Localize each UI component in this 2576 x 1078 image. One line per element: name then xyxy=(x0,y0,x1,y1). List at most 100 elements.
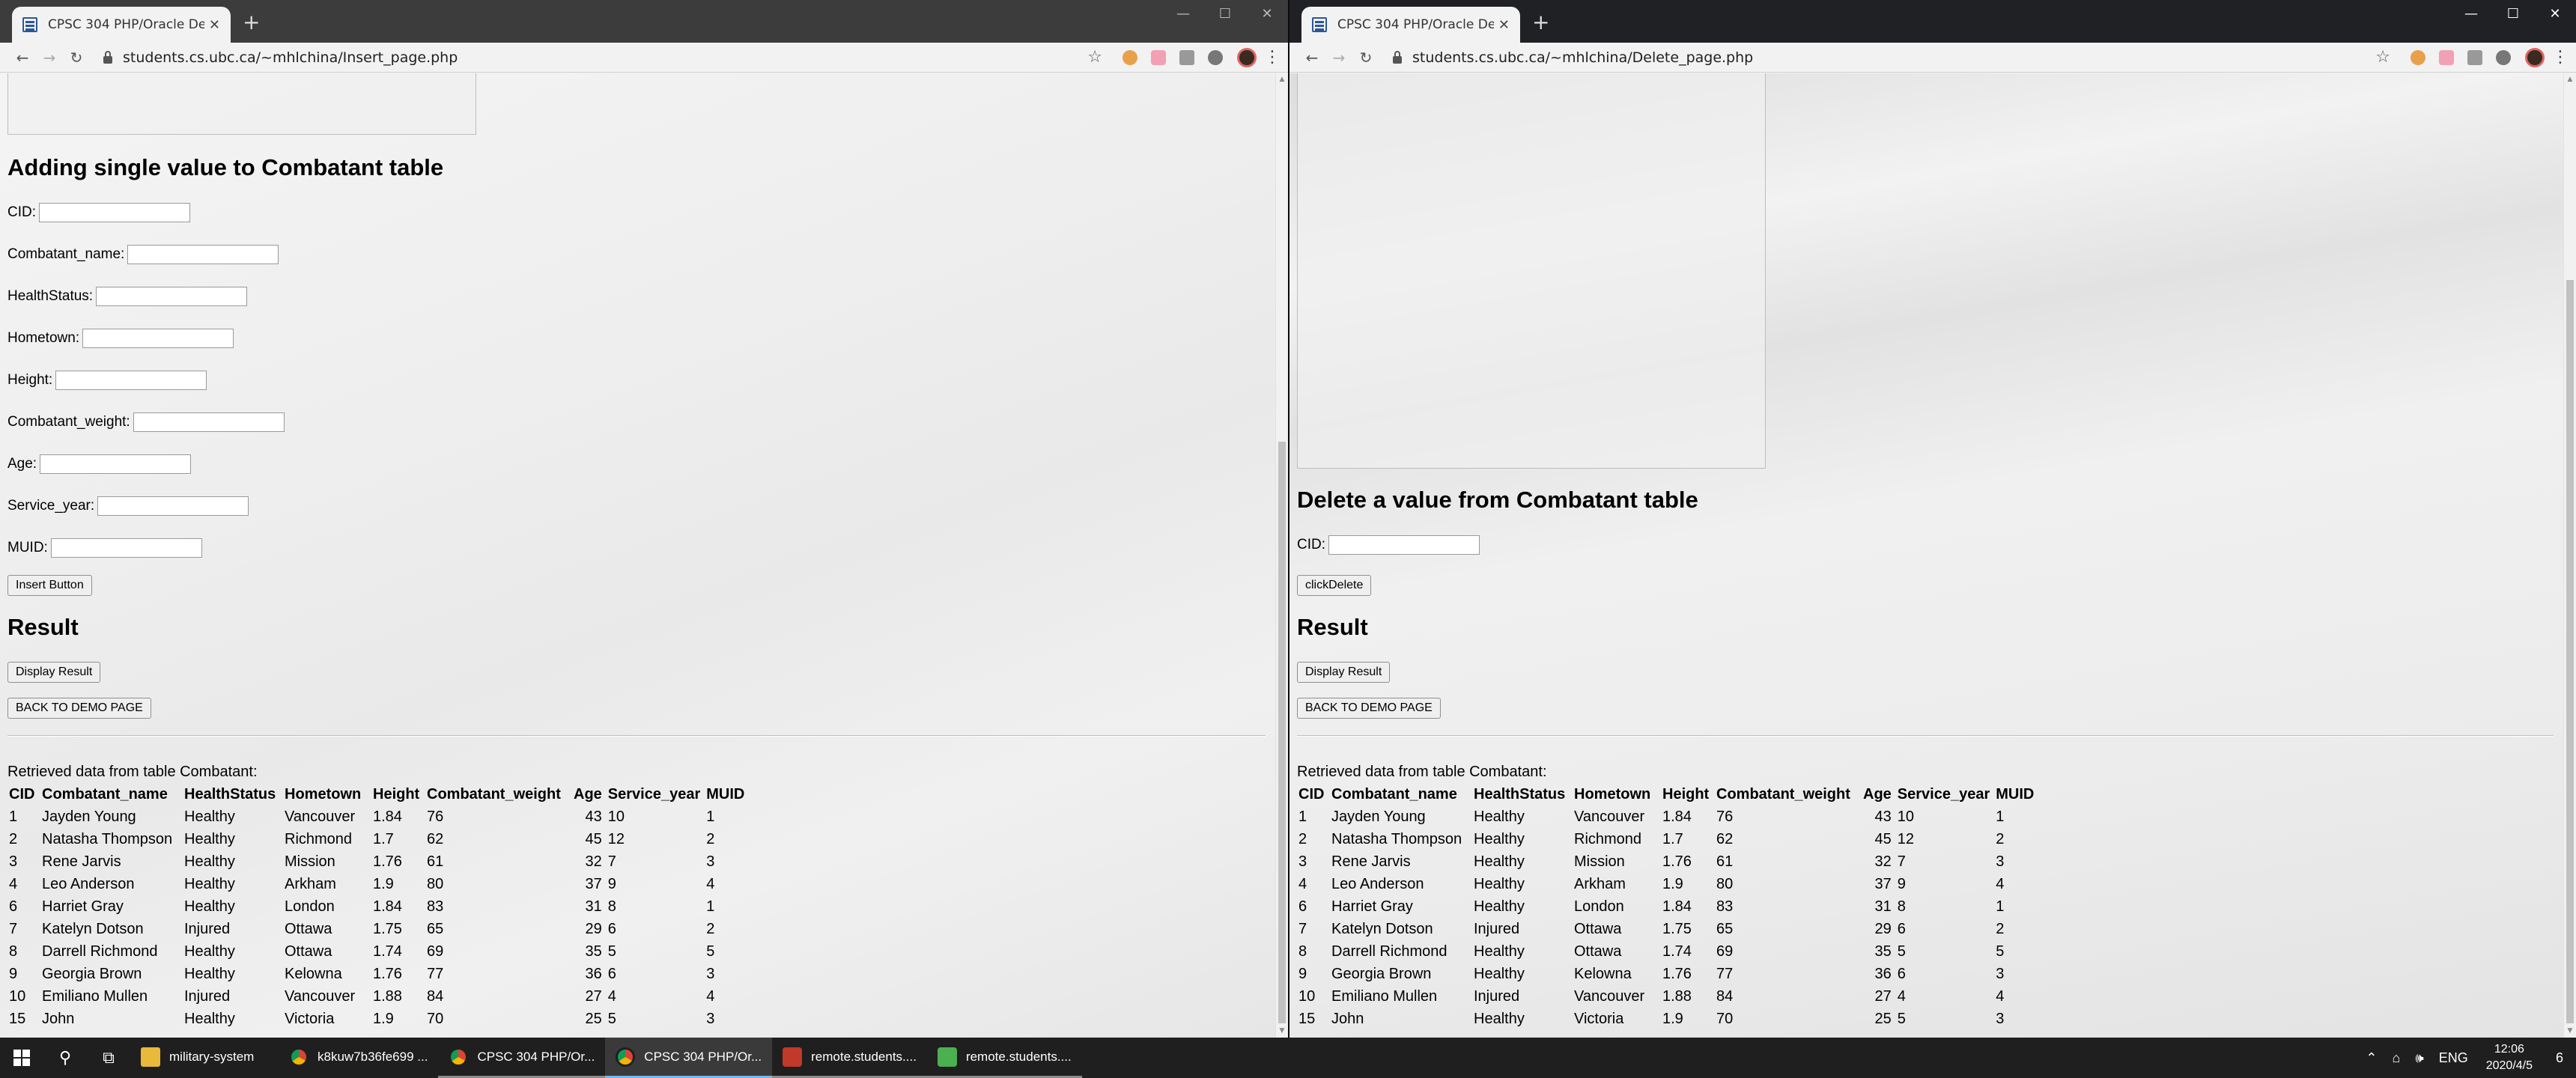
new-tab-icon[interactable]: + xyxy=(243,9,260,36)
cookie-extension-icon[interactable] xyxy=(1123,49,1137,65)
kebab-menu-icon[interactable]: ⋮ xyxy=(1264,48,1281,67)
vertical-scrollbar[interactable]: ▲ ▼ xyxy=(1275,73,1288,1038)
field-label: Combatant_weight: xyxy=(7,414,130,430)
language-indicator[interactable]: ENG xyxy=(2439,1050,2468,1066)
minimize-icon[interactable]: — xyxy=(1162,0,1204,30)
maximize-icon[interactable]: ☐ xyxy=(1204,0,1246,30)
browser-tab[interactable]: CPSC 304 PHP/Oracle Demon ✕ xyxy=(12,7,231,43)
cookie-extension-icon[interactable] xyxy=(2411,49,2425,65)
network-icon[interactable]: ⌂ xyxy=(2392,1050,2400,1066)
close-tab-icon[interactable]: ✕ xyxy=(209,17,220,33)
insert-button[interactable]: Insert Button xyxy=(7,575,92,596)
back-arrow-icon[interactable]: ← xyxy=(9,49,36,67)
new-tab-icon[interactable]: + xyxy=(1532,9,1549,36)
back-to-demo-button[interactable]: BACK TO DEMO PAGE xyxy=(7,698,151,719)
combatant-weight-input[interactable] xyxy=(133,412,285,432)
clock-time: 12:06 xyxy=(2494,1043,2524,1056)
scroll-up-icon[interactable]: ▲ xyxy=(1276,73,1288,86)
tray-chevron-icon[interactable]: ⌃ xyxy=(2366,1050,2377,1066)
table-row: 4 Leo Anderson Healthy Arkham 1.9 80 37 9 4 xyxy=(7,873,756,895)
reload-icon[interactable]: ↻ xyxy=(1352,49,1379,67)
extension-icon[interactable] xyxy=(2496,49,2511,65)
height-input[interactable] xyxy=(55,371,207,390)
table-cell: 27 xyxy=(585,987,602,1005)
field-label: Service_year: xyxy=(7,498,95,514)
taskbar-item[interactable]: military-system xyxy=(130,1038,279,1078)
health-status-input[interactable] xyxy=(96,287,248,306)
display-result-button[interactable]: Display Result xyxy=(7,662,101,683)
kebab-menu-icon[interactable]: ⋮ xyxy=(2552,48,2569,67)
browser-tab[interactable]: CPSC 304 PHP/Oracle Demon ✕ xyxy=(1301,7,1520,43)
header-hometown: Hometown xyxy=(1574,785,1651,803)
hometown-input[interactable] xyxy=(82,329,234,348)
combatant-name-input[interactable] xyxy=(127,245,279,264)
table-cell: 6 xyxy=(9,898,18,915)
extension-icon[interactable] xyxy=(2467,49,2482,65)
field-height: Height: xyxy=(7,359,1266,401)
display-result-button[interactable]: Display Result xyxy=(1297,662,1391,683)
address-bar[interactable]: students.cs.ubc.ca/~mhlchina/Delete_page… xyxy=(1384,46,2375,70)
minimize-icon[interactable]: — xyxy=(2450,0,2492,30)
extension-icon[interactable] xyxy=(1208,49,1223,65)
delete-button[interactable]: clickDelete xyxy=(1297,575,1372,596)
age-input[interactable] xyxy=(40,454,192,474)
close-window-icon[interactable]: ✕ xyxy=(1246,0,1288,30)
forward-arrow-icon[interactable]: → xyxy=(36,49,63,67)
extension-icon[interactable] xyxy=(1179,49,1194,65)
table-cell: Healthy xyxy=(1474,875,1525,892)
taskbar-item-label: military-system xyxy=(169,1049,255,1064)
cid-input[interactable] xyxy=(39,203,190,222)
close-tab-icon[interactable]: ✕ xyxy=(1498,17,1510,33)
scroll-down-icon[interactable]: ▼ xyxy=(1276,1025,1288,1038)
table-cell: Healthy xyxy=(184,830,235,847)
result-heading: Result xyxy=(7,614,79,640)
profile-avatar-icon[interactable] xyxy=(1237,47,1257,67)
maximize-icon[interactable]: ☐ xyxy=(2492,0,2534,30)
table-cell: Leo Anderson xyxy=(1331,875,1424,892)
table-cell: 6 xyxy=(1897,920,1906,937)
table-cell: 15 xyxy=(9,1010,26,1027)
reload-icon[interactable]: ↻ xyxy=(63,49,90,67)
scrollbar-thumb[interactable] xyxy=(2566,280,2574,1023)
clock[interactable]: 12:06 2020/4/5 xyxy=(2486,1041,2533,1074)
table-cell: 1 xyxy=(706,808,715,825)
muid-input[interactable] xyxy=(50,538,202,558)
back-to-demo-button[interactable]: BACK TO DEMO PAGE xyxy=(1297,698,1441,719)
search-icon[interactable]: ⚲ xyxy=(43,1049,87,1068)
profile-avatar-icon[interactable] xyxy=(2525,47,2545,67)
bookmark-star-icon[interactable]: ☆ xyxy=(2375,48,2390,67)
address-bar[interactable]: students.cs.ubc.ca/~mhlchina/Insert_page… xyxy=(94,46,1087,70)
scroll-down-icon[interactable]: ▼ xyxy=(2564,1025,2576,1038)
scroll-up-icon[interactable]: ▲ xyxy=(2564,73,2576,86)
service-year-input[interactable] xyxy=(97,496,249,516)
vertical-scrollbar[interactable]: ▲ ▼ xyxy=(2563,73,2576,1038)
taskbar-item[interactable]: CPSC 304 PHP/Or... xyxy=(438,1038,606,1078)
table-cell: 5 xyxy=(607,943,616,960)
table-cell: 7 xyxy=(1298,920,1307,937)
taskbar-item[interactable]: remote.students.... xyxy=(772,1038,927,1078)
table-cell: 5 xyxy=(1897,1010,1906,1027)
taskbar-item[interactable]: CPSC 304 PHP/Or... xyxy=(605,1038,773,1078)
table-cell: 1.76 xyxy=(1662,853,1692,870)
task-view-icon[interactable]: ⧉ xyxy=(87,1049,130,1068)
start-button[interactable] xyxy=(0,1038,43,1078)
table-cell: 4 xyxy=(1897,987,1906,1005)
forward-arrow-icon[interactable]: → xyxy=(1325,49,1352,67)
close-window-icon[interactable]: ✕ xyxy=(2534,0,2576,30)
taskbar-item[interactable]: remote.students.... xyxy=(926,1038,1082,1078)
extension-icon[interactable] xyxy=(1151,49,1166,65)
table-cell: Harriet Gray xyxy=(1331,898,1413,915)
notification-center-icon[interactable]: 6 xyxy=(2543,1038,2576,1078)
back-arrow-icon[interactable]: ← xyxy=(1298,49,1325,67)
divider xyxy=(1297,735,2554,737)
folder-icon xyxy=(141,1047,160,1067)
browser-window-delete: CPSC 304 PHP/Oracle Demon ✕ + — ☐ ✕ ← → … xyxy=(1288,0,2576,1038)
scrollbar-thumb[interactable] xyxy=(1278,442,1286,1023)
volume-icon[interactable]: 🕪 xyxy=(2415,1050,2423,1066)
extension-icon[interactable] xyxy=(2439,49,2454,65)
bookmark-star-icon[interactable]: ☆ xyxy=(1087,48,1102,67)
table-cell: Emiliano Mullen xyxy=(42,987,148,1005)
cid-input[interactable] xyxy=(1328,535,1480,555)
taskbar-item[interactable]: k8kuw7b36fe699 ... xyxy=(279,1038,438,1078)
table-row: 1 Jayden Young Healthy Vancouver 1.84 76 43 10 1 xyxy=(7,806,756,828)
